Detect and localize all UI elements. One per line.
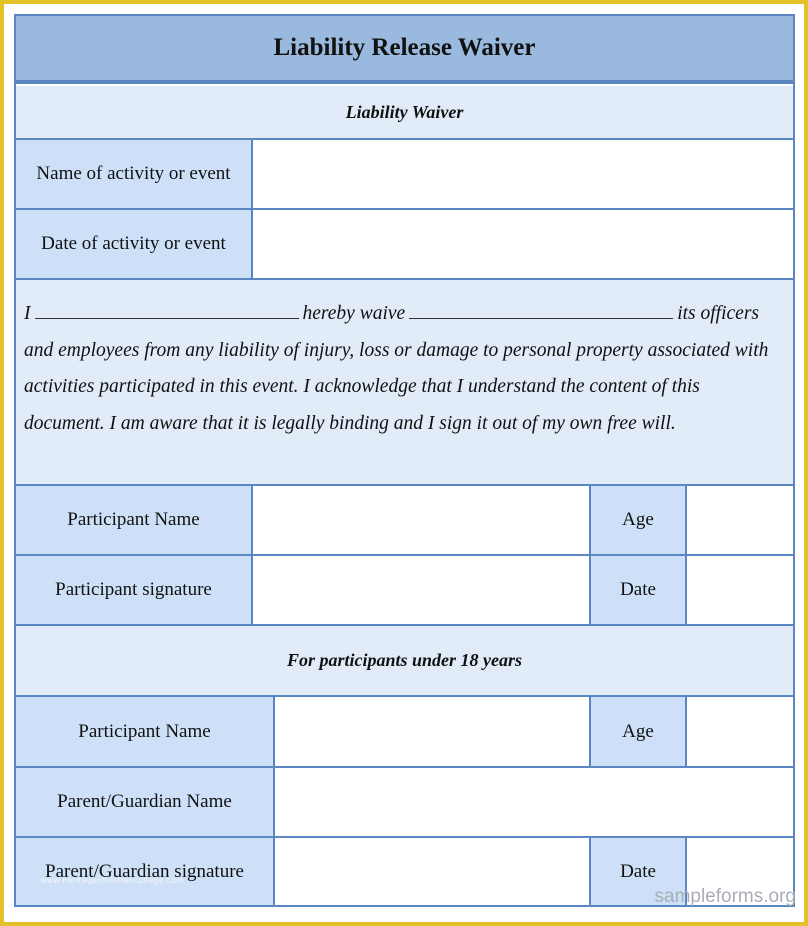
participant-signature-row: Participant signature Date bbox=[16, 556, 793, 626]
minor-age-label: Age bbox=[591, 697, 687, 766]
participant-age-field[interactable] bbox=[687, 486, 793, 554]
minor-age-field[interactable] bbox=[687, 697, 793, 766]
waiver-prefix: I bbox=[24, 303, 31, 324]
guardian-signature-field[interactable] bbox=[275, 838, 591, 905]
waiver-suffix: its officers bbox=[677, 303, 759, 324]
event-name-row: Name of activity or event bbox=[16, 140, 793, 210]
minor-section-header: For participants under 18 years bbox=[286, 650, 523, 670]
event-name-field[interactable] bbox=[253, 140, 793, 208]
guardian-name-row: Parent/Guardian Name bbox=[16, 768, 793, 838]
minor-name-row: Participant Name Age bbox=[16, 697, 793, 768]
waiver-paragraph: Ihereby waive its officers and employees … bbox=[16, 280, 793, 486]
minor-name-label: Participant Name bbox=[16, 697, 275, 766]
waiver-form: Liability Release Waiver Liability Waive… bbox=[14, 14, 795, 907]
minor-name-field[interactable] bbox=[275, 697, 591, 766]
section-header-row: Liability Waiver bbox=[16, 86, 793, 140]
participant-name-field[interactable] bbox=[253, 486, 591, 554]
event-date-row: Date of activity or event bbox=[16, 210, 793, 280]
form-title: Liability Release Waiver bbox=[273, 34, 536, 61]
corner-watermark: sampleforms.org bbox=[654, 886, 797, 907]
event-date-field[interactable] bbox=[253, 210, 793, 278]
participant-age-label: Age bbox=[591, 486, 687, 554]
event-name-label: Name of activity or event bbox=[16, 140, 253, 208]
participant-name-blank[interactable] bbox=[34, 296, 299, 319]
participant-signature-field[interactable] bbox=[253, 556, 591, 624]
guardian-name-label: Parent/Guardian Name bbox=[16, 768, 275, 836]
guardian-name-field[interactable] bbox=[275, 768, 793, 836]
minor-section-header-row: For participants under 18 years bbox=[16, 626, 793, 697]
guardian-signature-label: Parent/Guardian signature bbox=[16, 838, 275, 905]
participant-date-label: Date bbox=[591, 556, 687, 624]
title-bar: Liability Release Waiver bbox=[16, 16, 793, 84]
inner-watermark: www.heritagechristiancollege.com bbox=[40, 876, 185, 885]
waiver-body: and employees from any liability of inju… bbox=[24, 339, 769, 434]
participant-name-row: Participant Name Age bbox=[16, 486, 793, 556]
participant-signature-label: Participant signature bbox=[16, 556, 253, 624]
section-header: Liability Waiver bbox=[345, 101, 464, 122]
waiver-middle: hereby waive bbox=[302, 303, 406, 324]
participant-name-label: Participant Name bbox=[16, 486, 253, 554]
event-date-label: Date of activity or event bbox=[16, 210, 253, 278]
participant-date-field[interactable] bbox=[687, 556, 793, 624]
organization-name-blank[interactable] bbox=[409, 296, 674, 319]
